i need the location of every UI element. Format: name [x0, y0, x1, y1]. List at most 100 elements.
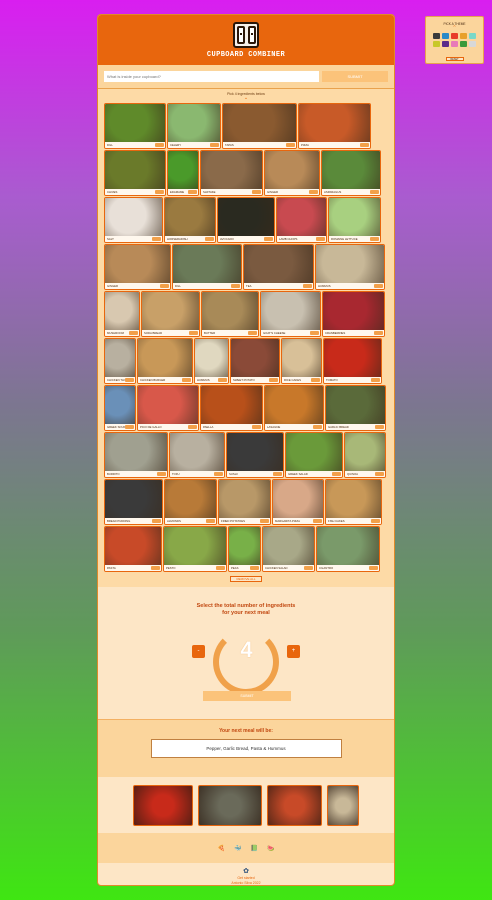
select-toggle-button[interactable] [264, 236, 273, 242]
ingredient-card[interactable]: CELERY [167, 103, 221, 149]
ingredient-card[interactable]: TOFU [169, 432, 225, 478]
ingredient-card[interactable]: FRIED POTATOES [218, 479, 271, 525]
social-icon[interactable]: 🐳 [234, 845, 241, 852]
theme-swatch[interactable] [451, 41, 458, 47]
select-toggle-button[interactable] [313, 424, 322, 430]
theme-swatch[interactable] [451, 33, 458, 39]
theme-swatch[interactable] [433, 41, 440, 47]
ingredient-card[interactable]: DILL [172, 244, 242, 290]
select-toggle-button[interactable] [304, 565, 313, 571]
select-toggle-button[interactable] [182, 377, 191, 383]
ingredient-card[interactable]: GINGER [264, 150, 320, 196]
ingredient-card[interactable]: GREEK SALAD [285, 432, 343, 478]
select-toggle-button[interactable] [218, 377, 227, 383]
select-toggle-button[interactable] [311, 377, 320, 383]
select-toggle-button[interactable] [214, 471, 223, 477]
select-toggle-button[interactable] [310, 330, 319, 336]
ingredient-card[interactable]: CHICKEN SALAD [262, 526, 315, 572]
theme-swatch[interactable] [460, 41, 467, 47]
ingredient-card[interactable]: CHICKEN BURGER [137, 338, 193, 384]
theme-swatch[interactable] [469, 41, 476, 47]
ingredient-card[interactable]: FISH CAKES [325, 479, 382, 525]
ingredient-card[interactable]: QUINOA [344, 432, 386, 478]
select-toggle-button[interactable] [370, 236, 379, 242]
ingredient-card[interactable]: BURRITO [104, 432, 168, 478]
search-input[interactable] [104, 71, 319, 82]
ingredient-card[interactable]: RICE CAKES [281, 338, 322, 384]
theme-swatch[interactable] [460, 33, 467, 39]
select-toggle-button[interactable] [375, 471, 384, 477]
ingredient-card[interactable]: SODA BREAD [141, 291, 200, 337]
theme-swatch[interactable] [442, 41, 449, 47]
select-toggle-button[interactable] [205, 236, 214, 242]
ingredient-card[interactable]: TOMATO [323, 338, 382, 384]
ingredient-card[interactable]: HORSERADISH [164, 197, 216, 243]
select-toggle-button[interactable] [260, 518, 269, 524]
ingredient-card[interactable]: LAMB CHOPS [276, 197, 327, 243]
ingredient-card[interactable]: SHIITAKE [200, 150, 263, 196]
select-toggle-button[interactable] [332, 471, 341, 477]
select-toggle-button[interactable] [250, 565, 259, 571]
select-toggle-button[interactable] [129, 330, 138, 336]
select-toggle-button[interactable] [160, 283, 169, 289]
select-toggle-button[interactable] [371, 377, 380, 383]
ingredient-card[interactable]: HUMMUS [315, 244, 385, 290]
select-toggle-button[interactable] [374, 283, 383, 289]
ingredient-card[interactable]: ASPARAGUS [321, 150, 381, 196]
select-toggle-button[interactable] [152, 518, 161, 524]
ingredient-card[interactable]: HUMMUS [194, 338, 229, 384]
select-toggle-button[interactable] [371, 518, 380, 524]
ingredient-card[interactable]: LASAGNE [264, 385, 324, 431]
select-toggle-button[interactable] [210, 142, 219, 148]
social-icon[interactable]: 🍉 [267, 845, 274, 852]
ingredient-card[interactable]: SUSHI [226, 432, 284, 478]
theme-swatch[interactable] [433, 33, 440, 39]
decrement-button[interactable]: - [192, 645, 205, 658]
select-toggle-button[interactable] [273, 471, 282, 477]
select-toggle-button[interactable] [313, 518, 322, 524]
ingredient-card[interactable]: EDAMAME [167, 150, 199, 196]
select-toggle-button[interactable] [155, 189, 164, 195]
search-submit-button[interactable]: SUBMIT [322, 71, 388, 82]
select-toggle-button[interactable] [206, 518, 215, 524]
ingredient-card[interactable]: DILL [104, 103, 166, 149]
ingredient-card[interactable]: BUTTER [201, 291, 259, 337]
select-toggle-button[interactable] [155, 142, 164, 148]
select-toggle-button[interactable] [157, 471, 166, 477]
select-toggle-button[interactable] [286, 142, 295, 148]
select-toggle-button[interactable] [316, 236, 325, 242]
ingredient-card[interactable]: SALT [104, 197, 163, 243]
theme-swatch[interactable] [442, 33, 449, 39]
select-toggle-button[interactable] [125, 377, 134, 383]
ingredient-card[interactable]: ALMONDS [164, 479, 217, 525]
select-toggle-button[interactable] [216, 565, 225, 571]
ingredient-card[interactable]: CRANBERRIES [322, 291, 385, 337]
select-toggle-button[interactable] [370, 189, 379, 195]
ingredient-card[interactable]: TAPAS [222, 103, 297, 149]
increment-button[interactable]: + [287, 645, 300, 658]
select-toggle-button[interactable] [252, 189, 261, 195]
ingredient-card[interactable]: MARGARITA PIZZA [272, 479, 324, 525]
select-toggle-button[interactable] [374, 330, 383, 336]
select-toggle-button[interactable] [248, 330, 257, 336]
ingredient-card[interactable]: SWEET POTATO [230, 338, 280, 384]
ingredient-card[interactable]: PASTA [104, 526, 162, 572]
ingredient-card[interactable]: PAELLA [200, 385, 263, 431]
select-toggle-button[interactable] [152, 236, 161, 242]
ingredient-card[interactable]: AVOCADO [217, 197, 275, 243]
ingredient-card[interactable]: BREAD PUDDING [104, 479, 163, 525]
social-icon[interactable]: 📗 [251, 845, 258, 852]
select-toggle-button[interactable] [188, 424, 197, 430]
ingredient-card[interactable]: CHICKEN THIGHS [104, 338, 136, 384]
select-toggle-button[interactable] [151, 565, 160, 571]
select-toggle-button[interactable] [360, 142, 369, 148]
select-toggle-button[interactable] [309, 189, 318, 195]
ingredient-card[interactable]: GREEK SOUP [104, 385, 136, 431]
counter-submit-button[interactable]: SUBMIT [203, 691, 291, 701]
select-toggle-button[interactable] [269, 377, 278, 383]
select-toggle-button[interactable] [369, 565, 378, 571]
ingredient-card[interactable]: PEAS [228, 526, 261, 572]
ingredient-card[interactable]: GARLIC BREAD [325, 385, 386, 431]
select-toggle-button[interactable] [231, 283, 240, 289]
ingredient-card[interactable]: CILANTRO [316, 526, 380, 572]
